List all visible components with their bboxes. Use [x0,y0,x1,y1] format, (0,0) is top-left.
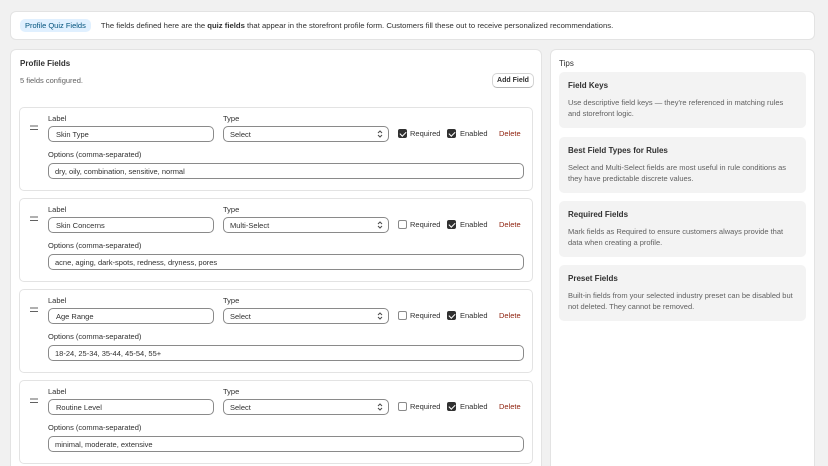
enabled-checkbox[interactable] [447,129,456,138]
label-input[interactable]: Skin Concerns [48,217,214,233]
type-value: Select [230,311,251,321]
options-input[interactable]: minimal, moderate, extensive [48,436,524,452]
tip-title: Required Fields [568,210,629,219]
options-input[interactable]: dry, oily, combination, sensitive, norma… [48,163,524,179]
delete-button[interactable]: Delete [499,402,521,411]
tips-card: Tips Field Keys Use descriptive field ke… [550,49,815,466]
required-label: Required [410,402,441,411]
enabled-label: Enabled [460,129,488,138]
delete-button[interactable]: Delete [499,220,521,229]
field-card-1: Label Type Skin Concerns Multi-Select Re… [19,198,533,282]
fields-count: 5 fields configured. [20,76,83,85]
required-checkbox[interactable] [398,402,407,411]
field-card-0: Label Type Skin Type Select Required Ena… [19,107,533,191]
required-checkbox[interactable] [398,129,407,138]
enabled-checkbox[interactable] [447,402,456,411]
required-checkbox[interactable] [398,220,407,229]
delete-button[interactable]: Delete [499,311,521,320]
tip-body: Use descriptive field keys — they're ref… [568,98,784,118]
options-caption: Options (comma-separated) [48,423,142,432]
tip-item-3: Preset Fields Built-in fields from your … [559,265,806,321]
profile-quiz-badge: Profile Quiz Fields [20,19,91,32]
drag-handle-icon[interactable] [30,306,38,315]
type-select[interactable]: Select [223,126,389,142]
drag-handle-icon[interactable] [30,124,38,133]
chevron-up-down-icon [377,402,383,414]
chevron-up-down-icon [377,220,383,232]
options-input[interactable]: 18-24, 25-34, 35-44, 45-54, 55+ [48,345,524,361]
label-caption: Label [48,114,67,123]
delete-button[interactable]: Delete [499,129,521,138]
banner-description: The fields defined here are the quiz fie… [100,21,614,30]
tip-body: Built-in fields from your selected indus… [568,291,793,311]
options-caption: Options (comma-separated) [48,241,142,250]
tip-body: Select and Multi-Select fields are most … [568,163,787,183]
chevron-up-down-icon [377,311,383,323]
card-title: Profile Fields [20,59,71,68]
tip-body: Mark fields as Required to ensure custom… [568,227,784,247]
field-card-2: Label Type Age Range Select Required Ena… [19,289,533,373]
options-caption: Options (comma-separated) [48,332,142,341]
tip-title: Preset Fields [568,274,618,283]
type-caption: Type [223,205,240,214]
label-caption: Label [48,387,67,396]
add-field-button[interactable]: Add Field [492,73,534,88]
chevron-up-down-icon [377,129,383,141]
type-select[interactable]: Select [223,308,389,324]
type-value: Select [230,402,251,412]
type-select[interactable]: Select [223,399,389,415]
profile-fields-card: Profile Fields 5 fields configured. Add … [10,49,542,466]
enabled-checkbox[interactable] [447,311,456,320]
drag-handle-icon[interactable] [30,215,38,224]
enabled-label: Enabled [460,220,488,229]
tips-title: Tips [559,59,574,68]
label-input[interactable]: Routine Level [48,399,214,415]
options-input[interactable]: acne, aging, dark-spots, redness, drynes… [48,254,524,270]
tip-item-1: Best Field Types for Rules Select and Mu… [559,137,806,193]
required-label: Required [410,129,441,138]
enabled-checkbox[interactable] [447,220,456,229]
type-caption: Type [223,114,240,123]
label-input[interactable]: Skin Type [48,126,214,142]
type-value: Select [230,129,251,139]
type-caption: Type [223,296,240,305]
options-caption: Options (comma-separated) [48,150,142,159]
enabled-label: Enabled [460,402,488,411]
label-caption: Label [48,205,67,214]
required-checkbox[interactable] [398,311,407,320]
required-label: Required [410,311,441,320]
field-card-3: Label Type Routine Level Select Required… [19,380,533,464]
tip-title: Best Field Types for Rules [568,146,668,155]
type-select[interactable]: Multi-Select [223,217,389,233]
type-value: Multi-Select [230,220,270,230]
tip-item-0: Field Keys Use descriptive field keys — … [559,72,806,128]
info-banner: Profile Quiz Fields The fields defined h… [10,11,815,40]
label-caption: Label [48,296,67,305]
label-input[interactable]: Age Range [48,308,214,324]
tip-item-2: Required Fields Mark fields as Required … [559,201,806,257]
drag-handle-icon[interactable] [30,397,38,406]
type-caption: Type [223,387,240,396]
required-label: Required [410,220,441,229]
tip-title: Field Keys [568,81,609,90]
enabled-label: Enabled [460,311,488,320]
